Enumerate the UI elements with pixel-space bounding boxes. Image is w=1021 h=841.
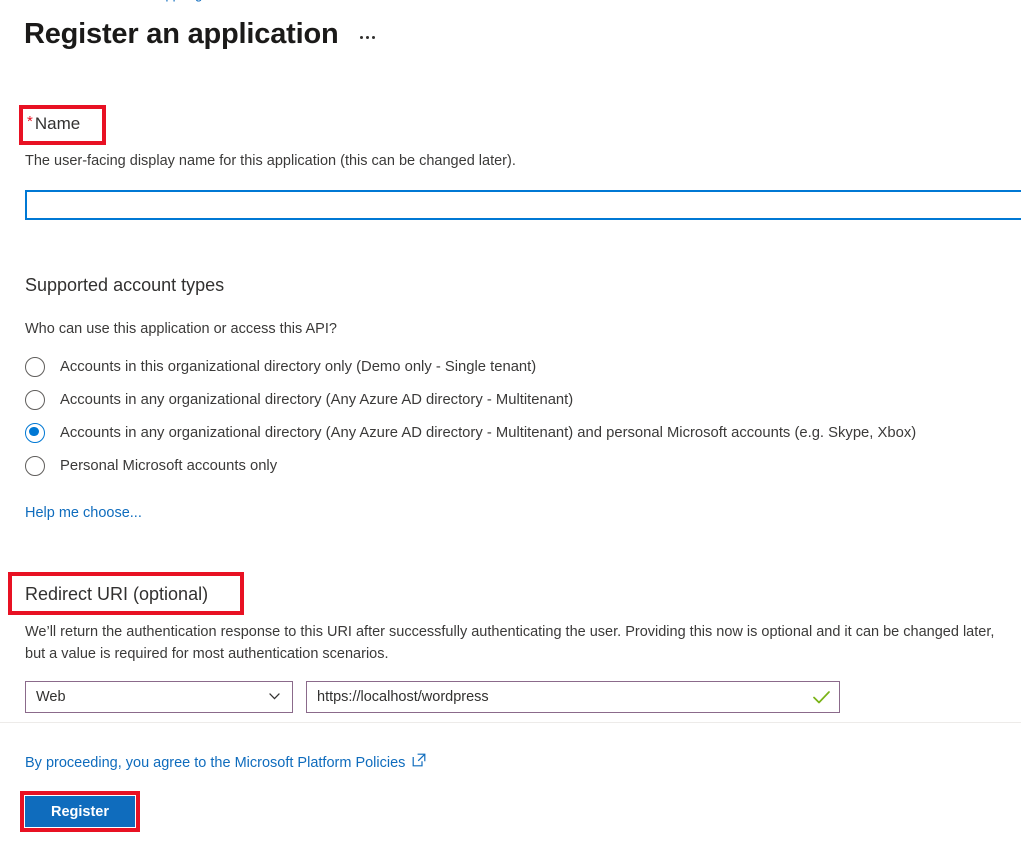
- ellipsis-icon[interactable]: [356, 30, 379, 45]
- radio-icon: [25, 455, 45, 476]
- breadcrumb[interactable]: Home > App registrations >: [108, 0, 266, 2]
- radio-label: Accounts in any organizational directory…: [60, 391, 574, 408]
- platform-policies-text: By proceeding, you agree to the Microsof…: [25, 755, 406, 771]
- platform-select[interactable]: Web: [25, 681, 293, 713]
- page-header: Register an application: [24, 15, 379, 53]
- supported-account-types-question: Who can use this application or access t…: [25, 321, 337, 337]
- supported-account-types-heading: Supported account types: [25, 275, 225, 295]
- redirect-uri-input-wrapper: [306, 681, 840, 713]
- radio-label: Accounts in this organizational director…: [60, 358, 537, 375]
- redirect-uri-row: Web: [25, 681, 840, 713]
- platform-policies-link[interactable]: By proceeding, you agree to the Microsof…: [25, 753, 426, 773]
- platform-select-value: Web: [36, 689, 66, 705]
- name-field-label: * Name: [27, 112, 80, 136]
- radio-label: Personal Microsoft accounts only: [60, 457, 278, 474]
- required-asterisk: *: [27, 113, 33, 130]
- register-button[interactable]: Register: [25, 796, 135, 827]
- ellipsis-dot: [366, 35, 370, 39]
- radio-label: Accounts in any organizational directory…: [60, 424, 917, 441]
- page-title: Register an application: [24, 18, 339, 50]
- footer-divider: [0, 722, 1021, 723]
- ellipsis-dot: [372, 35, 376, 39]
- help-me-choose-link[interactable]: Help me choose...: [25, 503, 142, 523]
- radio-option-multitenant[interactable]: Accounts in any organizational directory…: [25, 383, 1015, 416]
- redirect-uri-help-text: We’ll return the authentication response…: [25, 624, 995, 662]
- name-input[interactable]: [25, 190, 1021, 220]
- external-link-icon: [412, 753, 426, 773]
- supported-account-types-radio-group: Accounts in this organizational director…: [25, 350, 1015, 482]
- radio-option-multitenant-and-personal[interactable]: Accounts in any organizational directory…: [25, 416, 1015, 449]
- name-field-help-text: The user-facing display name for this ap…: [25, 153, 516, 169]
- redirect-uri-heading: Redirect URI (optional): [25, 584, 209, 604]
- chevron-down-icon: [269, 693, 280, 700]
- redirect-uri-input[interactable]: [307, 682, 809, 712]
- radio-icon: [25, 356, 45, 377]
- radio-icon: [25, 389, 45, 410]
- ellipsis-dot: [360, 35, 364, 39]
- radio-icon-selected: [25, 422, 45, 443]
- checkmark-icon: [809, 690, 833, 704]
- name-label-text: Name: [34, 114, 81, 133]
- radio-option-single-tenant[interactable]: Accounts in this organizational director…: [25, 350, 1015, 383]
- radio-option-personal-only[interactable]: Personal Microsoft accounts only: [25, 449, 1015, 482]
